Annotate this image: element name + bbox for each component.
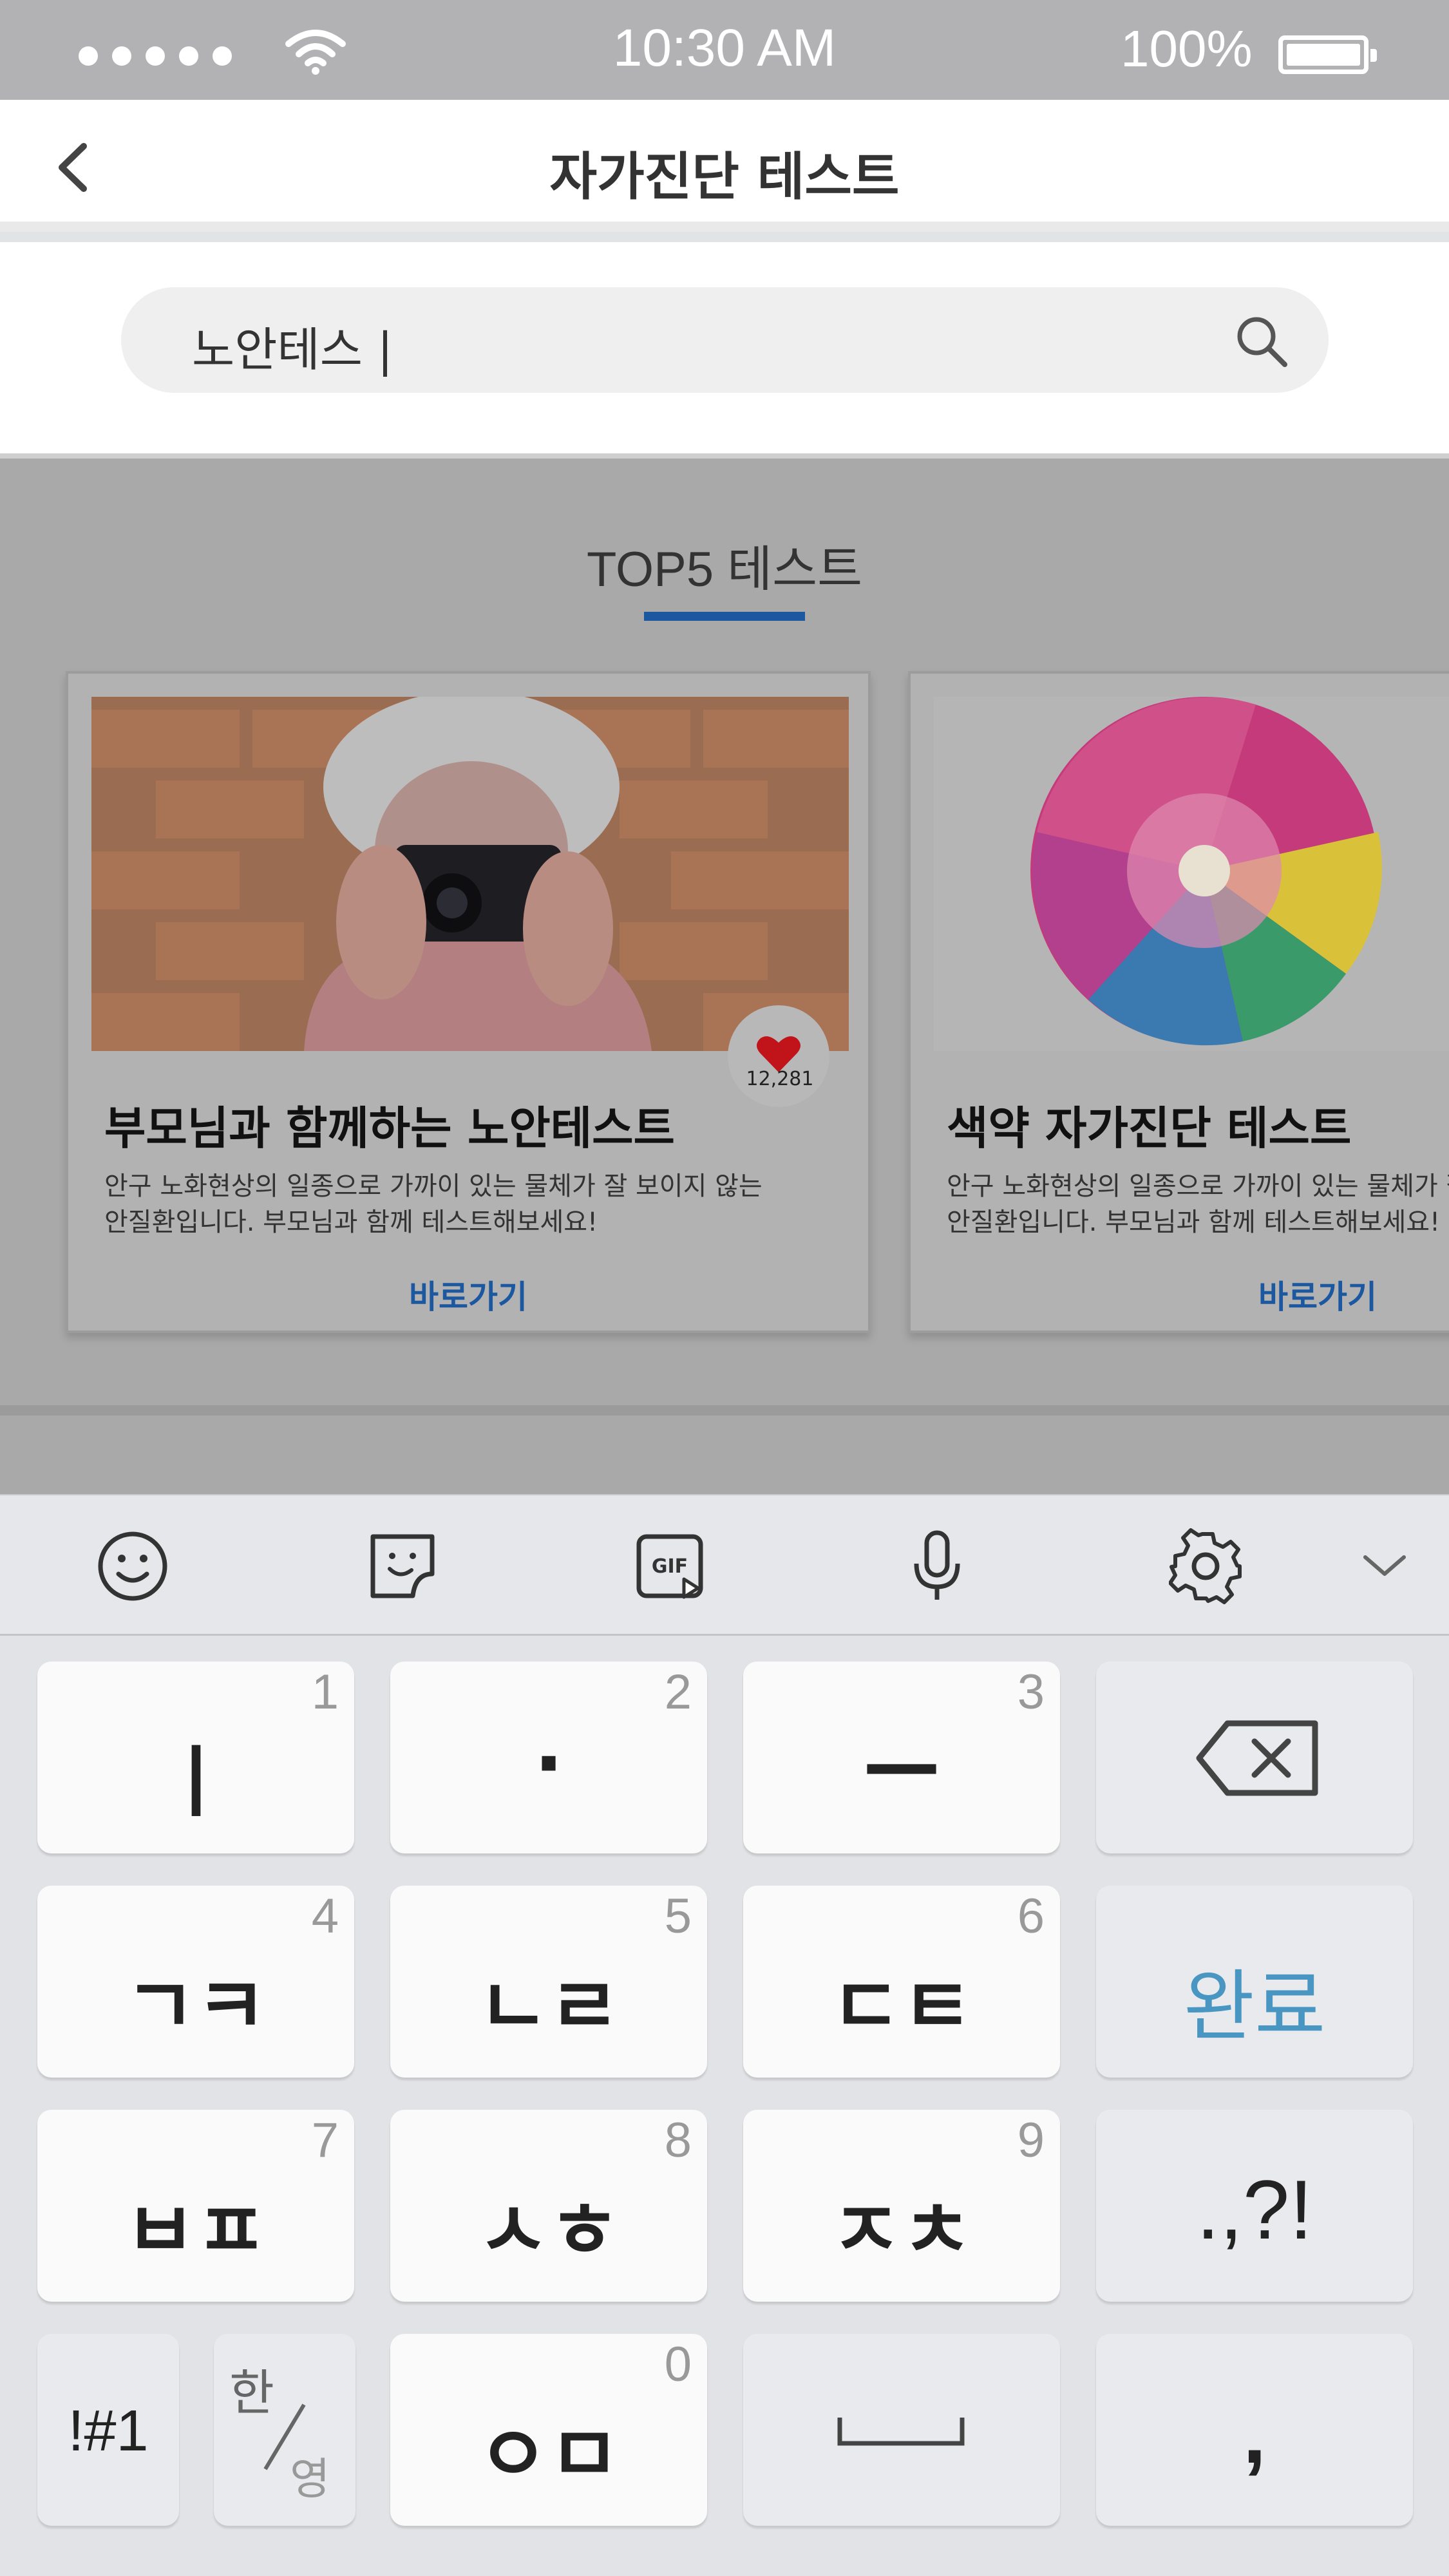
key-2[interactable]: 2 · (390, 1662, 707, 1853)
card-description: 안구 노화현상의 일종으로 가까이 있는 물체가 잘 안질환입니다. 부모님과 … (947, 1168, 1449, 1240)
key-number: 8 (664, 2113, 692, 2168)
status-bar: 10:30 AM 100% (0, 0, 1449, 100)
like-badge[interactable] (728, 1005, 829, 1107)
backspace-icon (1196, 1720, 1318, 1796)
card-image-elderly-woman-camera (91, 697, 849, 1051)
key-label: · (534, 1719, 564, 1809)
key-label: ㄷㅌ (830, 1962, 973, 2052)
key-1[interactable]: 1 ㅣ (37, 1662, 354, 1853)
page-title: 자가진단 테스트 (549, 147, 900, 207)
battery-percent: 100% (1121, 20, 1253, 77)
key-label: ㅈㅊ (830, 2186, 973, 2276)
space-icon (837, 2418, 965, 2446)
key-9[interactable]: 9 ㅈㅊ (743, 2110, 1060, 2302)
key-number: 6 (1017, 1889, 1045, 1944)
key-label: ㅣ (160, 1738, 232, 1828)
gif-icon[interactable]: GIF (631, 1528, 708, 1605)
symbols-key[interactable]: !#1 (37, 2334, 179, 2526)
emoji-icon[interactable] (94, 1528, 171, 1605)
key-label: ㄱㅋ (124, 1962, 267, 2052)
key-number: 3 (1017, 1665, 1045, 1719)
keyboard: 1 ㅣ 2 · 3 — 4 ㄱㅋ 5 ㄴㄹ 6 ㄷㅌ 완료 7 ㅂㅍ 8 ㅅㅎ … (0, 1636, 1449, 2576)
test-card[interactable]: 색약 자가진단 테스트 안구 노화현상의 일종으로 가까이 있는 물체가 잘 안… (908, 671, 1449, 1333)
key-3[interactable]: 3 — (743, 1662, 1060, 1853)
slash-divider (263, 2403, 306, 2470)
section-divider (0, 1405, 1449, 1416)
comma-key[interactable]: , (1096, 2334, 1413, 2526)
key-number: 4 (311, 1889, 339, 1944)
sticker-icon[interactable] (364, 1528, 441, 1605)
app-header: 자가진단 테스트 (0, 100, 1449, 232)
key-label: ㅂㅍ (124, 2186, 267, 2276)
test-card[interactable]: 12,281 부모님과 함께하는 노안테스트 안구 노화현상의 일종으로 가까이… (66, 671, 871, 1333)
card-description-line: 안질환입니다. 부모님과 함께 테스트해보세요! (104, 1208, 598, 1237)
backspace-key[interactable] (1096, 1662, 1413, 1853)
key-number: 9 (1017, 2113, 1045, 2168)
key-label: 완료 (1183, 1962, 1326, 2052)
section-title: TOP5 테스트 (586, 542, 862, 597)
chevron-down-icon[interactable] (1346, 1528, 1423, 1605)
key-number: 5 (664, 1889, 692, 1944)
space-key[interactable] (743, 2334, 1060, 2526)
key-7[interactable]: 7 ㅂㅍ (37, 2110, 354, 2302)
card-title: 부모님과 함께하는 노안테스트 (104, 1102, 675, 1155)
app-screen: 10:30 AM 100% 자가진단 테스트 노안테스 | TOP5 테스트 1… (0, 0, 1449, 2576)
go-link[interactable]: 바로가기 (911, 1271, 1449, 1318)
search-section: 노안테스 | (0, 242, 1449, 459)
top5-section: TOP5 테스트 12,281 부모님과 함께하는 노안테스트 안구 노화현상의… (0, 459, 1449, 1494)
keyboard-toolbar: GIF (0, 1494, 1449, 1636)
search-icon[interactable] (1232, 312, 1290, 370)
section-underline (644, 612, 805, 621)
key-label: , (1242, 2387, 1267, 2481)
key-number: 7 (311, 2113, 339, 2168)
key-label: !#1 (68, 2399, 149, 2463)
key-number: 2 (664, 1665, 692, 1719)
language-switch-key[interactable]: 한 영 (214, 2334, 355, 2526)
microphone-icon[interactable] (898, 1528, 976, 1605)
key-number: 0 (664, 2337, 692, 2392)
card-description-line: 안질환입니다. 부모님과 함께 테스트해보세요! (947, 1208, 1441, 1237)
key-label: — (863, 1719, 940, 1809)
key-label: .,?! (1196, 2163, 1313, 2257)
key-label: ㅅㅎ (477, 2186, 620, 2276)
key-label: ㅇㅁ (477, 2410, 620, 2500)
punctuation-key[interactable]: .,?! (1096, 2110, 1413, 2302)
go-link[interactable]: 바로가기 (68, 1271, 868, 1318)
like-count: 12,281 (746, 1068, 814, 1090)
lang-english-label: 영 (290, 2454, 330, 2505)
key-number: 1 (311, 1665, 339, 1719)
key-4[interactable]: 4 ㄱㅋ (37, 1886, 354, 2078)
card-description-line: 안구 노화현상의 일종으로 가까이 있는 물체가 잘 보이지 않는 (104, 1171, 762, 1201)
done-key[interactable]: 완료 (1096, 1886, 1413, 2078)
key-0[interactable]: 0 ㅇㅁ (390, 2334, 707, 2526)
card-title: 색약 자가진단 테스트 (947, 1102, 1352, 1155)
card-description-line: 안구 노화현상의 일종으로 가까이 있는 물체가 잘 (947, 1171, 1449, 1201)
battery-icon (1278, 35, 1377, 74)
key-8[interactable]: 8 ㅅㅎ (390, 2110, 707, 2302)
gif-label: GIF (652, 1555, 688, 1578)
heart-icon (757, 1036, 800, 1072)
card-image-colorful-flower (934, 697, 1449, 1051)
search-input[interactable]: 노안테스 | (121, 287, 1329, 393)
key-5[interactable]: 5 ㄴㄹ (390, 1886, 707, 2078)
key-6[interactable]: 6 ㄷㅌ (743, 1886, 1060, 2078)
card-description: 안구 노화현상의 일종으로 가까이 있는 물체가 잘 보이지 않는 안질환입니다… (104, 1168, 762, 1240)
search-input-value: 노안테스 | (192, 323, 393, 377)
key-label: ㄴㄹ (477, 1962, 620, 2052)
settings-icon[interactable] (1169, 1528, 1246, 1605)
